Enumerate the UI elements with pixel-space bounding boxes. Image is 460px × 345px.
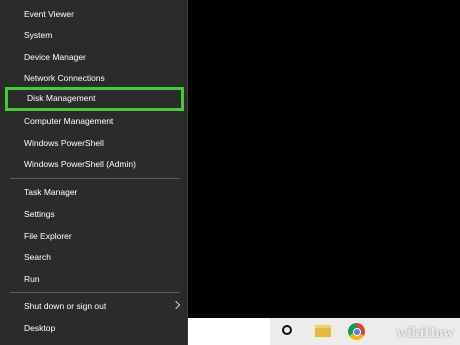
- taskbar-search-box[interactable]: [188, 318, 270, 345]
- menu-item-computer-management[interactable]: Computer Management: [0, 110, 187, 132]
- menu-item-file-explorer[interactable]: File Explorer: [0, 225, 187, 247]
- power-user-menu: Event Viewer System Device Manager Netwo…: [0, 0, 188, 345]
- menu-item-disk-management[interactable]: Disk Management: [5, 87, 184, 111]
- chevron-right-icon: [171, 300, 181, 310]
- menu-divider: [10, 178, 180, 179]
- menu-item-event-viewer[interactable]: Event Viewer: [0, 3, 187, 25]
- menu-item-run[interactable]: Run: [0, 268, 187, 290]
- wikihow-watermark: wikiHow: [396, 325, 454, 341]
- menu-item-device-manager[interactable]: Device Manager: [0, 46, 187, 68]
- chrome-icon[interactable]: [348, 323, 365, 340]
- menu-item-network-connections[interactable]: Network Connections: [0, 67, 187, 89]
- cortana-icon[interactable]: [282, 325, 292, 335]
- menu-item-shut-down-or-sign-out[interactable]: Shut down or sign out: [0, 295, 187, 317]
- menu-item-windows-powershell[interactable]: Windows PowerShell: [0, 132, 187, 154]
- menu-item-label: Shut down or sign out: [24, 301, 107, 311]
- menu-item-desktop[interactable]: Desktop: [0, 317, 187, 339]
- menu-item-search[interactable]: Search: [0, 246, 187, 268]
- menu-item-system[interactable]: System: [0, 24, 187, 46]
- menu-item-windows-powershell-admin[interactable]: Windows PowerShell (Admin): [0, 153, 187, 175]
- menu-item-settings[interactable]: Settings: [0, 203, 187, 225]
- file-explorer-icon[interactable]: [315, 325, 331, 337]
- menu-item-task-manager[interactable]: Task Manager: [0, 181, 187, 203]
- menu-divider: [10, 292, 180, 293]
